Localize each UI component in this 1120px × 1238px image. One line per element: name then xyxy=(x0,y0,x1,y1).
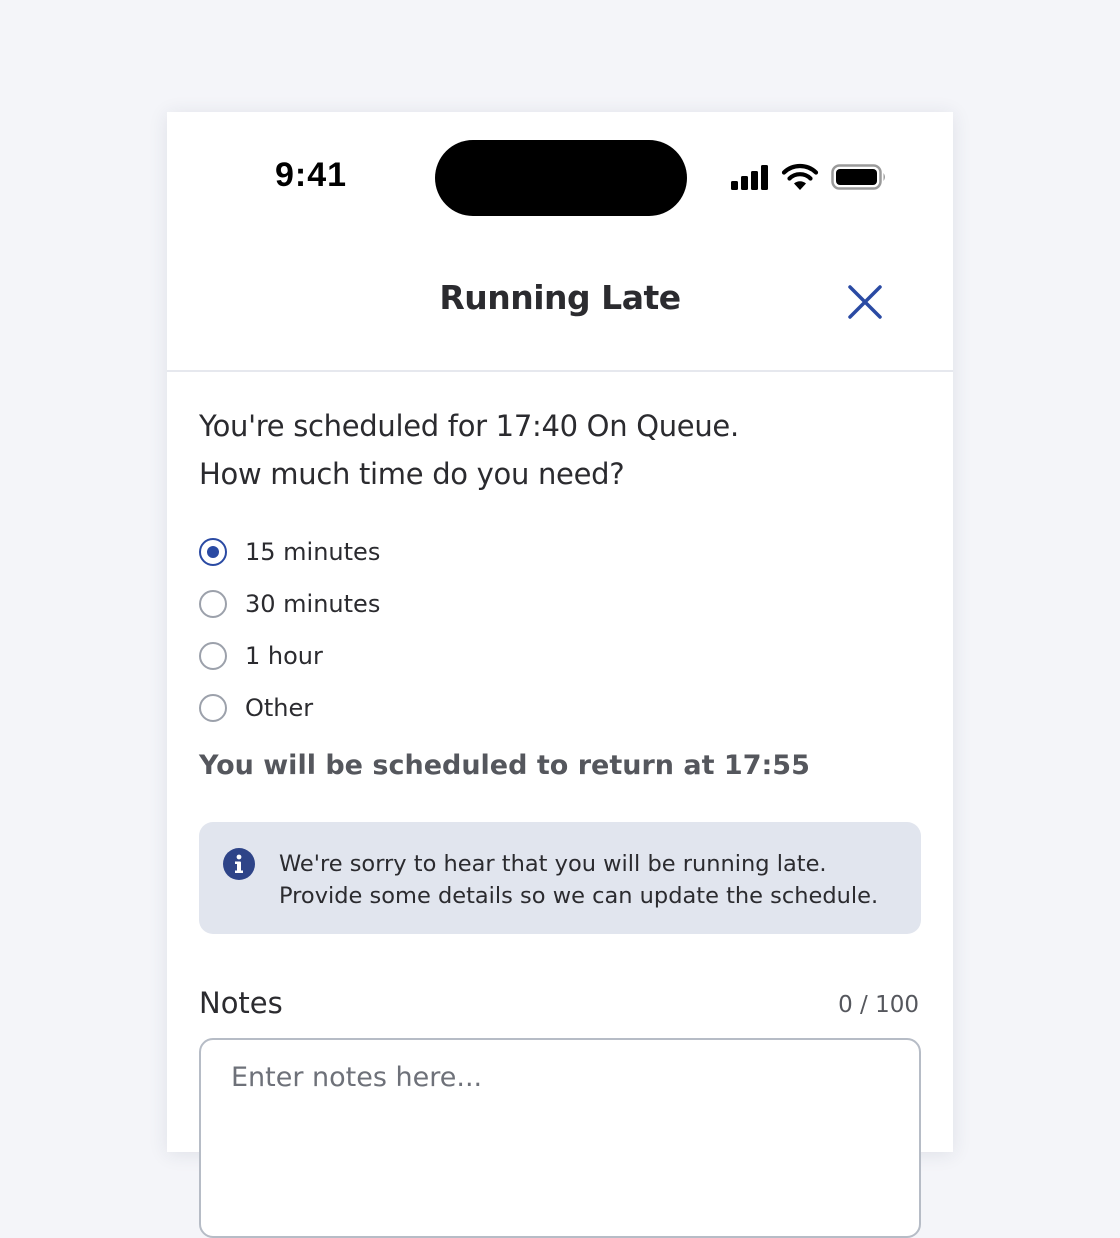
option-label: 30 minutes xyxy=(245,590,381,618)
modal-header: Running Late xyxy=(167,242,953,372)
radio-button[interactable] xyxy=(199,590,227,618)
close-button[interactable] xyxy=(839,276,891,328)
notes-character-counter: 0 / 100 xyxy=(838,992,919,1018)
option-label: Other xyxy=(245,694,314,722)
option-label: 15 minutes xyxy=(245,538,381,566)
info-banner: We're sorry to hear that you will be run… xyxy=(199,822,921,934)
dynamic-island xyxy=(435,140,687,216)
phone-screen: 9:41 Running Late You're scheduled for 1… xyxy=(167,112,953,1238)
option-30-minutes[interactable]: 30 minutes xyxy=(199,578,380,630)
option-1-hour[interactable]: 1 hour xyxy=(199,630,380,682)
info-line-2: Provide some details so we can update th… xyxy=(279,883,879,909)
radio-button-selected[interactable] xyxy=(199,538,227,566)
status-bar: 9:41 xyxy=(167,112,953,242)
status-time: 9:41 xyxy=(275,156,348,194)
option-label: 1 hour xyxy=(245,642,323,670)
page-title: Running Late xyxy=(439,278,681,317)
info-message: We're sorry to hear that you will be run… xyxy=(279,848,878,912)
question-text: You're scheduled for 17:40 On Queue. How… xyxy=(199,402,739,498)
wifi-icon xyxy=(781,164,819,190)
return-time-message: You will be scheduled to return at 17:55 xyxy=(199,750,810,781)
time-options-radio-group: 15 minutes 30 minutes 1 hour Other xyxy=(199,526,380,734)
radio-button[interactable] xyxy=(199,694,227,722)
schedule-statement: You're scheduled for 17:40 On Queue. xyxy=(199,409,739,443)
info-line-1: We're sorry to hear that you will be run… xyxy=(279,851,827,877)
option-other[interactable]: Other xyxy=(199,682,380,734)
info-icon xyxy=(223,848,255,880)
cellular-signal-icon xyxy=(731,164,771,190)
notes-textarea[interactable] xyxy=(199,1038,921,1238)
battery-icon xyxy=(831,164,885,190)
option-15-minutes[interactable]: 15 minutes xyxy=(199,526,380,578)
radio-button[interactable] xyxy=(199,642,227,670)
time-question: How much time do you need? xyxy=(199,457,625,491)
notes-label: Notes xyxy=(199,986,283,1020)
close-icon xyxy=(848,285,882,319)
